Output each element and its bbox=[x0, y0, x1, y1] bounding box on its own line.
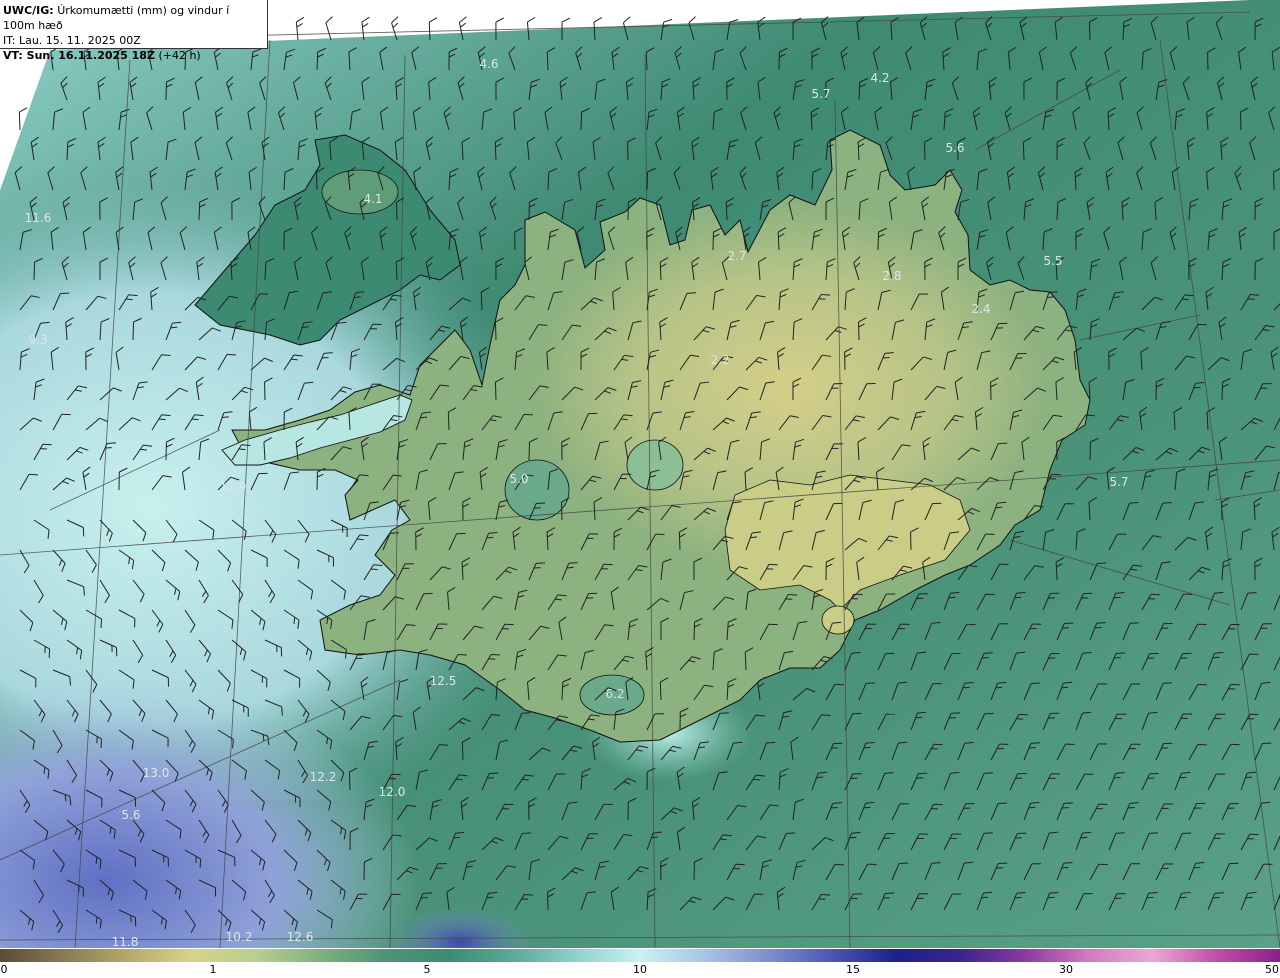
ice-cap-hofsjokull bbox=[626, 439, 684, 491]
colorbar bbox=[0, 948, 1280, 963]
weather-map: UWC/IG: Úrkomumætti (mm) og vindur í 100… bbox=[0, 0, 1280, 978]
valid-time: VT: Sun. 16.11.2025 18Z bbox=[3, 49, 155, 62]
ice-cap-langjokull bbox=[504, 459, 570, 521]
colorbar-tick-label: 50 bbox=[1265, 963, 1279, 976]
map-canvas bbox=[0, 0, 1280, 948]
colorbar-gradient bbox=[0, 949, 1280, 963]
colorbar-tick-label: 5 bbox=[423, 963, 431, 976]
map-header: UWC/IG: Úrkomumætti (mm) og vindur í 100… bbox=[0, 0, 268, 62]
colorbar-tick-label: 10 bbox=[633, 963, 647, 976]
ice-cap-vatnajokull-south bbox=[821, 605, 855, 635]
lead-time: (+42 h) bbox=[158, 49, 201, 62]
colorbar-ticks: 0 1 5 10 15 30 50 bbox=[0, 962, 1280, 978]
issue-time: IT: Lau. 15. 11. 2025 00Z bbox=[3, 34, 141, 47]
colorbar-tick-label: 1 bbox=[209, 963, 217, 976]
colorbar-tick-label: 30 bbox=[1059, 963, 1073, 976]
ice-cap-myrdalsjokull bbox=[579, 674, 645, 716]
colorbar-tick-label: 15 bbox=[846, 963, 860, 976]
model-label: UWC/IG: bbox=[3, 4, 54, 17]
colorbar-tick-label: 0 bbox=[0, 963, 8, 976]
